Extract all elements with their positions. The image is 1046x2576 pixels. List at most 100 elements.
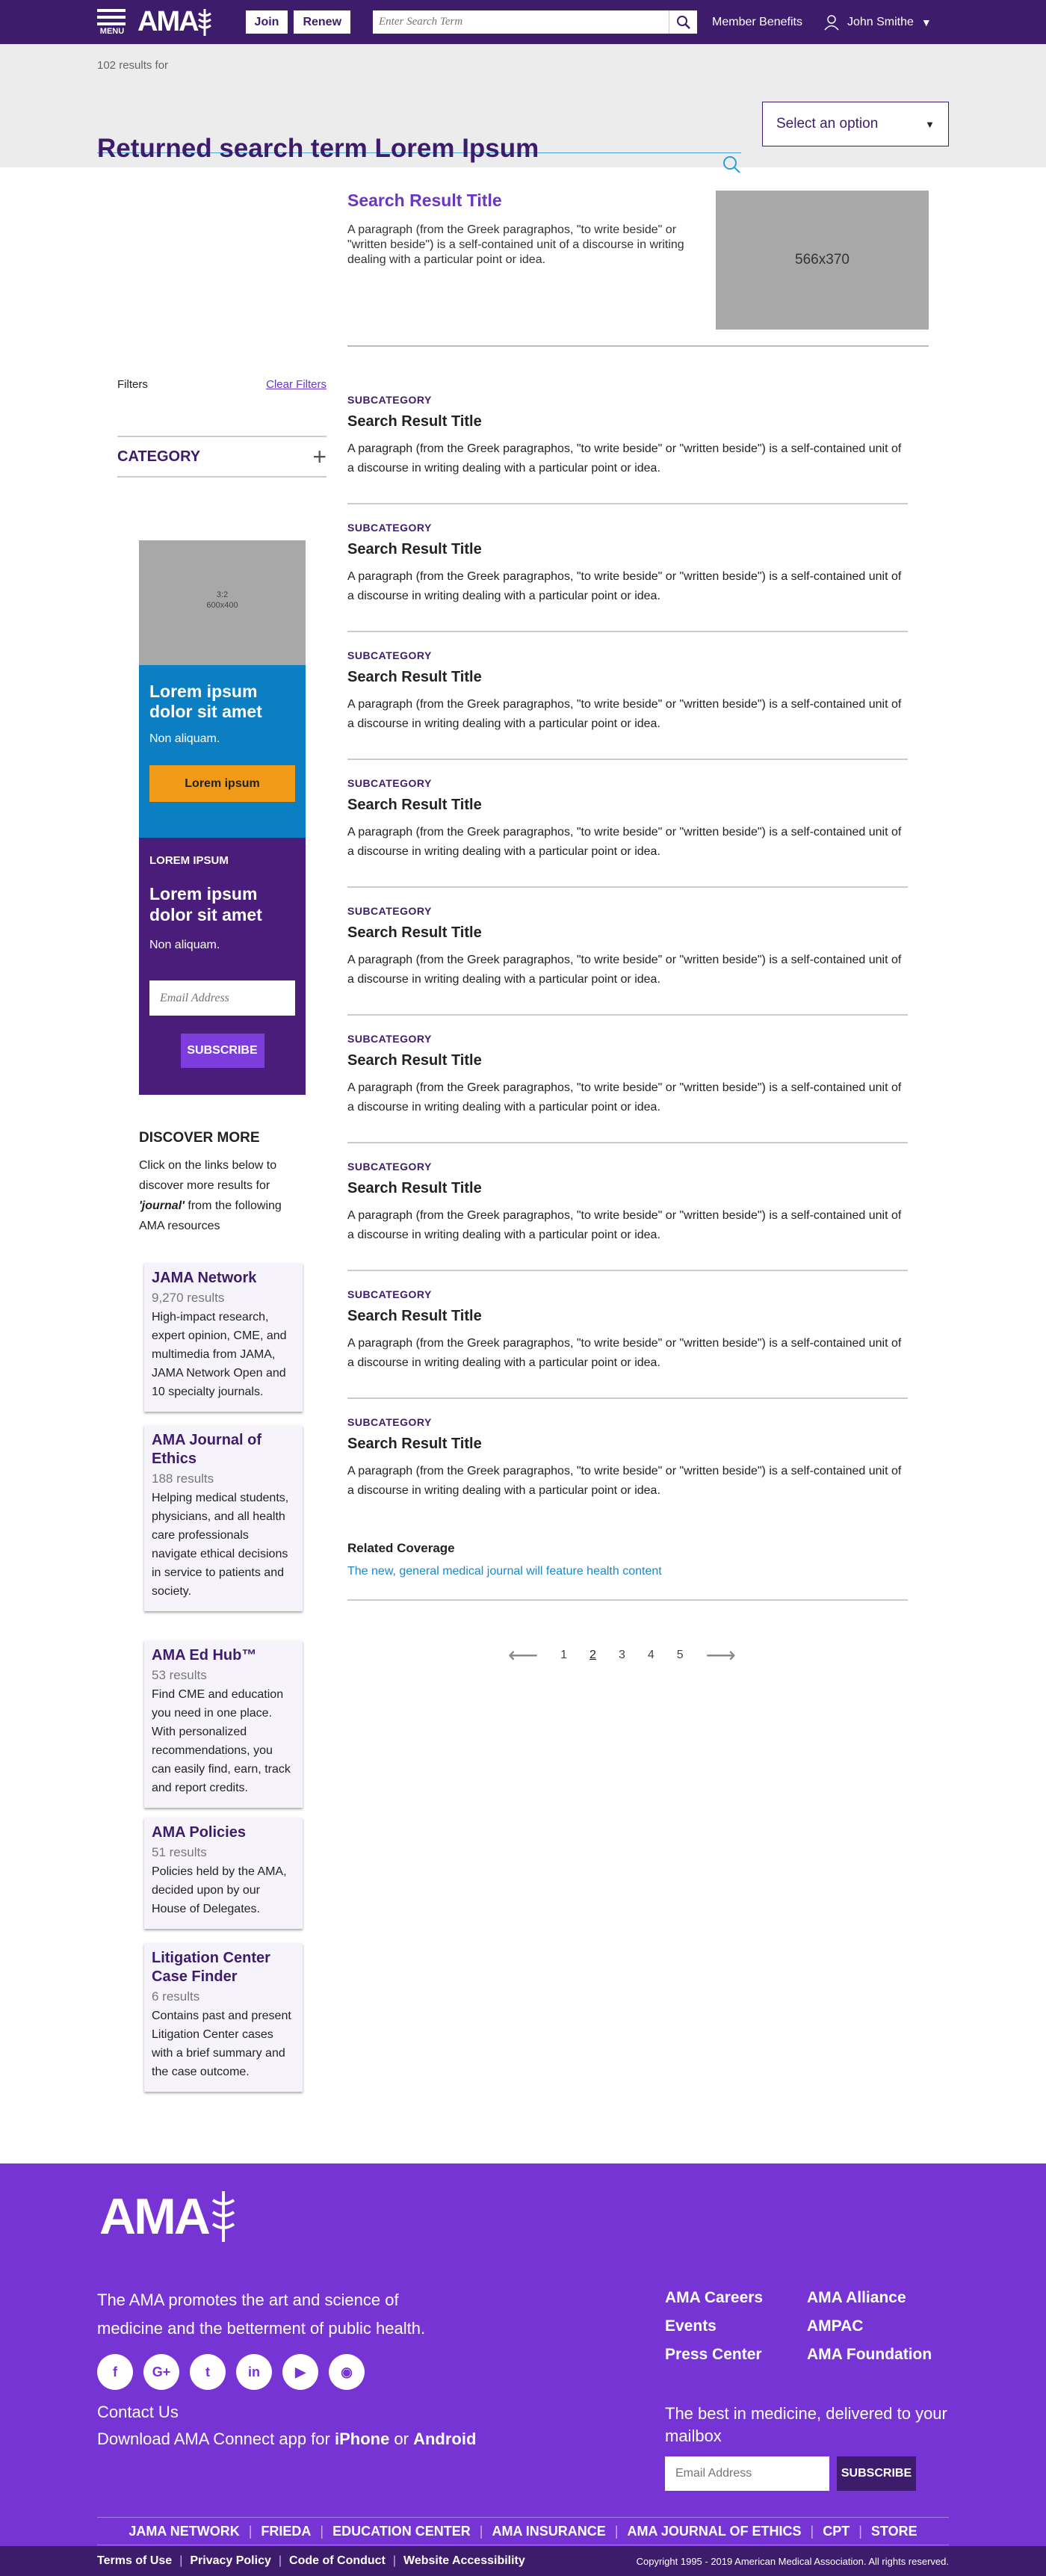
menu-button[interactable]: MENU	[97, 8, 127, 36]
member-benefits-link[interactable]: Member Benefits	[712, 16, 802, 29]
result-subcategory[interactable]: SUBCATEGORY	[347, 1416, 908, 1428]
subscribe-button[interactable]: SUBSCRIBE	[180, 1034, 264, 1068]
card-desc: Find CME and education you need in one p…	[152, 1688, 291, 1794]
youtube-icon[interactable]: ▶	[282, 2354, 318, 2390]
twitter-icon[interactable]: t	[190, 2354, 226, 2390]
instagram-icon[interactable]: ◉	[329, 2354, 365, 2390]
footer-logo[interactable]: AMA	[99, 2187, 238, 2246]
result-subcategory[interactable]: SUBCATEGORY	[347, 394, 908, 406]
footer-subscribe-button[interactable]: SUBSCRIBE	[837, 2456, 916, 2491]
resource-card-litigation-center[interactable]: Litigation Center Case Finder 6 results …	[144, 1943, 303, 2092]
card-desc: Policies held by the AMA, decided upon b…	[152, 1865, 287, 1915]
result-subcategory[interactable]: SUBCATEGORY	[347, 522, 908, 534]
result-title[interactable]: Search Result Title	[347, 1180, 908, 1197]
result-subcategory[interactable]: SUBCATEGORY	[347, 1033, 908, 1045]
footer-link-alliance[interactable]: AMA Alliance	[807, 2289, 956, 2307]
footer-nav-jama-network[interactable]: JAMA NETWORK	[129, 2524, 239, 2539]
resource-card-journal-of-ethics[interactable]: AMA Journal of Ethics 188 results Helpin…	[144, 1425, 303, 1611]
resource-card-policies[interactable]: AMA Policies 51 results Policies held by…	[144, 1817, 303, 1929]
privacy-link[interactable]: Privacy Policy	[190, 2554, 271, 2568]
search-button[interactable]	[669, 10, 698, 34]
resource-card-ed-hub[interactable]: AMA Ed Hub™ 53 results Find CME and educ…	[144, 1640, 303, 1808]
card-count: 53 results	[152, 1668, 207, 1682]
divider	[347, 886, 908, 888]
accessibility-link[interactable]: Website Accessibility	[403, 2554, 525, 2568]
divider	[347, 503, 908, 504]
result-title[interactable]: Search Result Title	[347, 541, 908, 558]
arrow-left-icon[interactable]: ⟵	[508, 1643, 538, 1667]
facebook-icon[interactable]: f	[97, 2354, 133, 2390]
search-result: SUBCATEGORY Search Result Title A paragr…	[347, 522, 908, 606]
terms-link[interactable]: Terms of Use	[97, 2554, 172, 2568]
page-2-current[interactable]: 2	[589, 1649, 596, 1662]
result-title[interactable]: Search Result Title	[347, 413, 908, 430]
search-icon	[676, 15, 690, 29]
google-plus-icon[interactable]: G+	[143, 2354, 179, 2390]
footer-nav-journal-of-ethics[interactable]: AMA JOURNAL OF ETHICS	[628, 2524, 802, 2539]
caret-down-icon: ▼	[925, 118, 935, 130]
header-search	[373, 10, 698, 34]
divider	[347, 1014, 908, 1016]
search-input[interactable]	[373, 10, 669, 34]
footer-nav-store[interactable]: STORE	[871, 2524, 917, 2539]
promo-button[interactable]: Lorem ipsum	[149, 765, 295, 802]
contact-us-link[interactable]: Contact Us	[97, 2403, 179, 2422]
user-menu[interactable]: John Smithe ▼	[823, 14, 932, 31]
search-icon[interactable]	[722, 155, 741, 174]
category-accordion[interactable]: CATEGORY +	[117, 436, 327, 478]
footer-nav-education-center[interactable]: EDUCATION CENTER	[332, 2524, 471, 2539]
plus-icon: +	[312, 442, 327, 470]
result-title[interactable]: Search Result Title	[347, 669, 908, 686]
footer-link-press-center[interactable]: Press Center	[665, 2346, 807, 2364]
featured-result: Search Result Title A paragraph (from th…	[347, 191, 929, 330]
filters-label: Filters	[117, 378, 148, 391]
footer-link-events[interactable]: Events	[665, 2317, 807, 2335]
footer-nav-frieda[interactable]: FRIEDA	[261, 2524, 311, 2539]
result-title[interactable]: Search Result Title	[347, 1308, 908, 1325]
join-button[interactable]: Join	[245, 10, 288, 34]
promo-card: 3:2 600x400 Lorem ipsum dolor sit amet N…	[139, 540, 306, 858]
sort-select[interactable]: Select an option ▼	[762, 102, 949, 146]
page-5[interactable]: 5	[677, 1649, 684, 1662]
email-field[interactable]	[149, 980, 295, 1016]
result-subcategory[interactable]: SUBCATEGORY	[347, 649, 908, 661]
page-1[interactable]: 1	[560, 1649, 567, 1662]
search-result: SUBCATEGORY Search Result Title A paragr…	[347, 394, 908, 478]
result-title[interactable]: Search Result Title	[347, 797, 908, 814]
related-link[interactable]: The new, general medical journal will fe…	[347, 1565, 908, 1578]
footer-links: AMA Careers AMA Alliance Events AMPAC Pr…	[665, 2289, 956, 2364]
renew-button[interactable]: Renew	[294, 10, 351, 34]
footer-nav-cpt[interactable]: CPT	[823, 2524, 850, 2539]
footer-link-ampac[interactable]: AMPAC	[807, 2317, 956, 2335]
code-of-conduct-link[interactable]: Code of Conduct	[289, 2554, 386, 2568]
footer-link-foundation[interactable]: AMA Foundation	[807, 2346, 956, 2364]
result-subcategory[interactable]: SUBCATEGORY	[347, 777, 908, 789]
ama-logo[interactable]: AMA	[137, 6, 214, 38]
result-text: A paragraph (from the Greek paragraphos,…	[347, 1209, 902, 1241]
android-link[interactable]: Android	[413, 2430, 476, 2448]
newsletter-kicker: LOREM IPSUM	[149, 854, 229, 867]
featured-text: A paragraph (from the Greek paragraphos,…	[347, 223, 684, 266]
linkedin-icon[interactable]: in	[236, 2354, 272, 2390]
result-subcategory[interactable]: SUBCATEGORY	[347, 1161, 908, 1173]
page-3[interactable]: 3	[619, 1649, 625, 1662]
result-title[interactable]: Search Result Title	[347, 1052, 908, 1069]
footer-email-field[interactable]	[665, 2456, 829, 2491]
card-title: AMA Policies	[152, 1824, 246, 1841]
result-title[interactable]: Search Result Title	[347, 924, 908, 942]
result-subcategory[interactable]: SUBCATEGORY	[347, 905, 908, 917]
footer-nav-insurance[interactable]: AMA INSURANCE	[492, 2524, 605, 2539]
clear-filters-link[interactable]: Clear Filters	[266, 378, 327, 391]
result-subcategory[interactable]: SUBCATEGORY	[347, 1288, 908, 1300]
result-title[interactable]: Search Result Title	[347, 1436, 908, 1453]
page-4[interactable]: 4	[648, 1649, 654, 1662]
search-term-field[interactable]: Returned search term Lorem Ipsum	[97, 102, 741, 173]
footer-link-careers[interactable]: AMA Careers	[665, 2289, 807, 2307]
card-count: 9,270 results	[152, 1291, 225, 1305]
card-desc: High-impact research, expert opinion, CM…	[152, 1311, 287, 1398]
copyright: Copyright 1995 - 2019 American Medical A…	[636, 2555, 949, 2567]
resource-card-jama-network[interactable]: JAMA Network 9,270 results High-impact r…	[144, 1263, 303, 1412]
search-result: SUBCATEGORY Search Result Title A paragr…	[347, 649, 908, 734]
arrow-right-icon[interactable]: ⟶	[706, 1643, 736, 1667]
iphone-link[interactable]: iPhone	[335, 2430, 389, 2448]
